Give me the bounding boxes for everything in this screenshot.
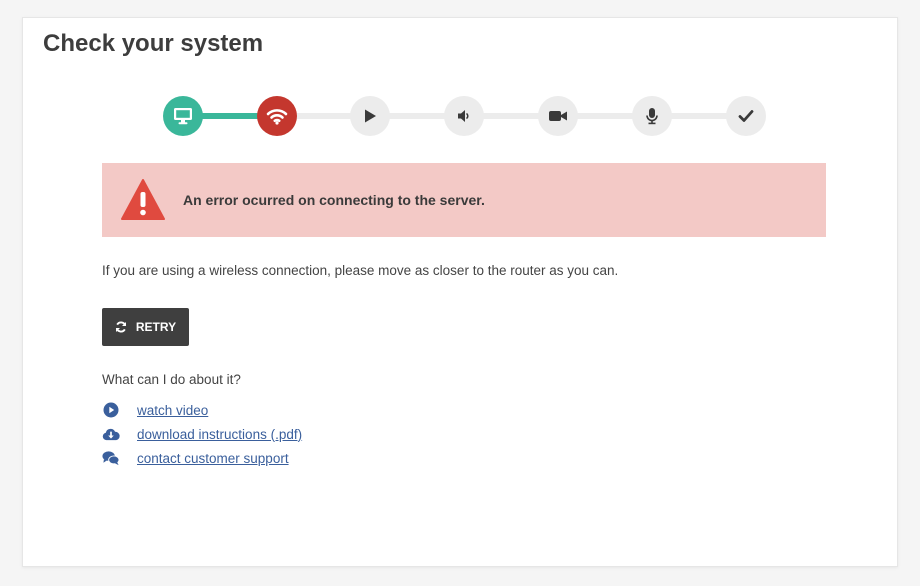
warning-triangle-icon [121, 179, 165, 220]
progress-stepper [163, 94, 767, 138]
download-instructions-link[interactable]: download instructions (.pdf) [137, 427, 302, 442]
refresh-icon [115, 321, 126, 333]
checkmark-icon [738, 110, 754, 122]
speaker-icon [458, 110, 469, 122]
page-title: Check your system [43, 30, 264, 57]
help-heading: What can I do about it? [102, 372, 241, 387]
play-icon [365, 109, 376, 123]
video-camera-icon [549, 111, 567, 121]
step-camera [538, 96, 578, 136]
help-link-row: download instructions (.pdf) [102, 422, 302, 446]
retry-button[interactable]: RETRY [102, 308, 189, 346]
chat-bubbles-icon [102, 451, 120, 466]
retry-label: RETRY [135, 320, 177, 334]
error-alert: An error ocurred on connecting to the se… [102, 163, 826, 237]
watch-video-link[interactable]: watch video [137, 403, 208, 418]
play-circle-icon [103, 402, 119, 418]
system-check-card: Check your system An error ocurred on co… [22, 17, 898, 567]
step-display [163, 96, 203, 136]
step-speaker [444, 96, 484, 136]
microphone-icon [646, 108, 658, 125]
wifi-icon [266, 109, 288, 125]
connection-hint: If you are using a wireless connection, … [102, 263, 619, 278]
contact-support-link[interactable]: contact customer support [137, 451, 289, 466]
error-message: An error ocurred on connecting to the se… [183, 192, 485, 208]
step-microphone [632, 96, 672, 136]
step-network [257, 96, 297, 136]
help-links: watch video download instructions (.pdf) [102, 398, 302, 470]
help-link-row: watch video [102, 398, 302, 422]
help-link-row: contact customer support [102, 446, 302, 470]
cloud-download-icon [102, 428, 120, 440]
step-complete [726, 96, 766, 136]
step-video-playback [350, 96, 390, 136]
monitor-icon [174, 108, 192, 125]
